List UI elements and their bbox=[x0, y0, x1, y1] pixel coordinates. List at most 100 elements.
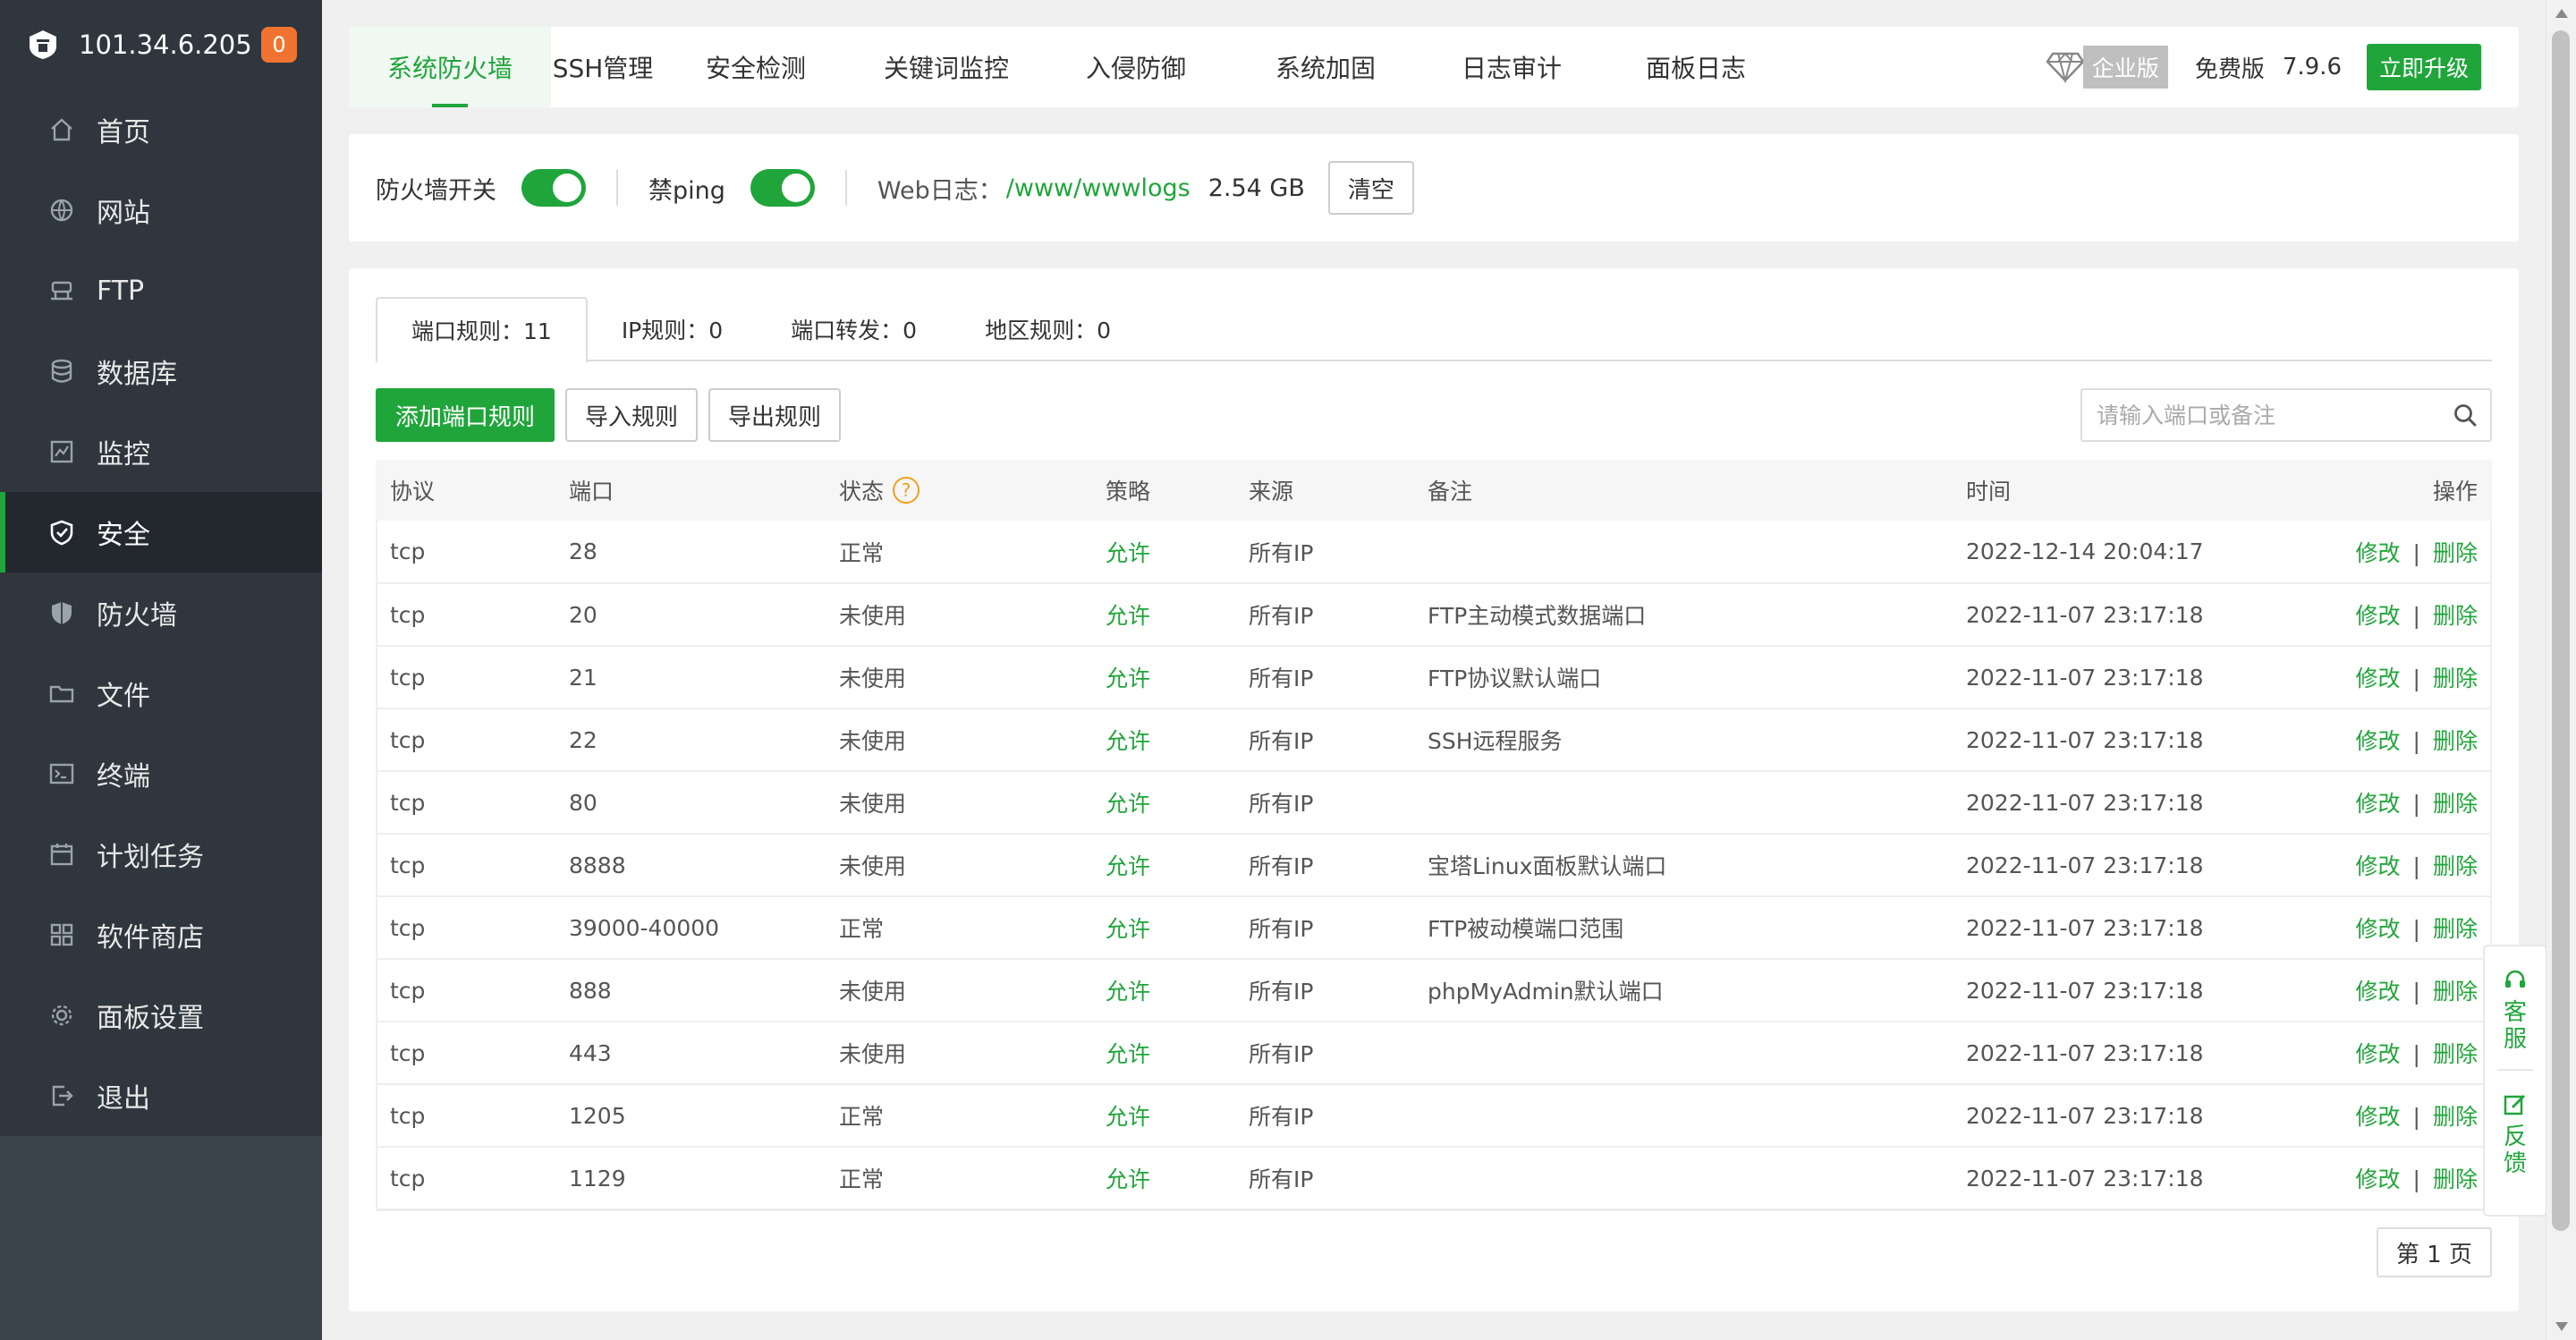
vertical-scrollbar[interactable] bbox=[2546, 0, 2576, 1340]
ping-switch[interactable] bbox=[750, 169, 815, 207]
sidebar-item-2[interactable]: FTP bbox=[0, 250, 322, 331]
delete-link[interactable]: 删除 bbox=[2433, 603, 2478, 629]
import-rules-button[interactable]: 导入规则 bbox=[565, 388, 699, 442]
cell-time: 2022-11-07 23:17:18 bbox=[1966, 852, 2204, 878]
sidebar-item-1[interactable]: 网站 bbox=[0, 170, 322, 250]
sidebar-item-label: 终端 bbox=[97, 761, 150, 793]
edit-link[interactable]: 修改 bbox=[2356, 540, 2401, 566]
firewall-switch[interactable] bbox=[521, 169, 586, 207]
sidebar-item-3[interactable]: 数据库 bbox=[0, 331, 322, 411]
sidebar-item-9[interactable]: 计划任务 bbox=[0, 814, 322, 895]
sidebar-item-6[interactable]: 防火墙 bbox=[0, 572, 322, 653]
delete-link[interactable]: 删除 bbox=[2433, 1166, 2478, 1192]
edit-link[interactable]: 修改 bbox=[2356, 603, 2401, 629]
cell-time: 2022-11-07 23:17:18 bbox=[1966, 601, 2204, 628]
sidebar-item-7[interactable]: 文件 bbox=[0, 653, 322, 734]
cell-protocol: tcp bbox=[390, 852, 426, 878]
add-port-rule-button[interactable]: 添加端口规则 bbox=[376, 388, 555, 442]
col-source[interactable]: 来源 bbox=[1234, 460, 1413, 521]
apps-icon bbox=[47, 920, 77, 950]
sidebar-item-11[interactable]: 面板设置 bbox=[0, 975, 322, 1056]
cell-status: 未使用 bbox=[839, 603, 907, 629]
customer-service-button[interactable]: 客服 bbox=[2503, 946, 2528, 1053]
cell-source: 所有IP bbox=[1249, 853, 1314, 879]
tab-region-rules[interactable]: 地区规则：0 bbox=[951, 297, 1145, 361]
help-icon[interactable]: ? bbox=[893, 477, 920, 504]
delete-link[interactable]: 删除 bbox=[2433, 540, 2478, 566]
delete-link[interactable]: 删除 bbox=[2433, 853, 2478, 879]
weblog-path-link[interactable]: /www/wwwlogs bbox=[1006, 174, 1191, 202]
col-policy[interactable]: 策略 bbox=[1091, 460, 1234, 521]
col-protocol[interactable]: 协议 bbox=[376, 460, 555, 521]
search-input[interactable] bbox=[2082, 390, 2440, 440]
delete-link[interactable]: 删除 bbox=[2433, 791, 2478, 817]
action-separator: | bbox=[2412, 853, 2420, 879]
tab-system-firewall[interactable]: 系统防火墙 bbox=[349, 27, 551, 107]
search-icon[interactable] bbox=[2440, 390, 2490, 440]
scroll-up-icon[interactable] bbox=[2555, 9, 2568, 18]
delete-link[interactable]: 删除 bbox=[2433, 1104, 2478, 1130]
tab-port-forward[interactable]: 端口转发：0 bbox=[757, 297, 951, 361]
sidebar-item-4[interactable]: 监控 bbox=[0, 411, 322, 492]
scroll-thumb[interactable] bbox=[2552, 30, 2570, 1231]
col-note[interactable]: 备注 bbox=[1413, 460, 1952, 521]
tab-ssh[interactable]: SSH管理 bbox=[551, 27, 655, 107]
cell-time: 2022-12-14 20:04:17 bbox=[1966, 539, 2204, 564]
clear-log-button[interactable]: 清空 bbox=[1327, 161, 1414, 215]
cell-policy: 允许 bbox=[1106, 979, 1151, 1005]
notification-badge[interactable]: 0 bbox=[261, 27, 297, 63]
edit-link[interactable]: 修改 bbox=[2356, 791, 2401, 817]
cell-note bbox=[1413, 771, 1952, 834]
sidebar-item-12[interactable]: 退出 bbox=[0, 1056, 322, 1136]
sidebar-item-10[interactable]: 软件商店 bbox=[0, 895, 322, 975]
table-row: tcp 8888 未使用 允许 所有IP 宝塔Linux面板默认端口 2022-11-07 … bbox=[376, 834, 2492, 896]
scroll-down-icon[interactable] bbox=[2555, 1322, 2568, 1331]
cell-status: 未使用 bbox=[839, 791, 907, 817]
edit-link[interactable]: 修改 bbox=[2356, 666, 2401, 691]
sidebar-item-5[interactable]: 安全 bbox=[0, 492, 322, 572]
cell-actions: 修改 | 删除 bbox=[2274, 1084, 2492, 1147]
delete-link[interactable]: 删除 bbox=[2433, 1041, 2478, 1067]
cell-policy: 允许 bbox=[1106, 916, 1151, 942]
cell-protocol: tcp bbox=[390, 601, 426, 628]
tab-ip-rules[interactable]: IP规则：0 bbox=[588, 297, 757, 361]
edit-link[interactable]: 修改 bbox=[2356, 728, 2401, 754]
edit-link[interactable]: 修改 bbox=[2356, 1166, 2401, 1192]
sidebar-item-0[interactable]: 首页 bbox=[0, 89, 322, 170]
sidebar-menu: 首页 网站 FTP 数据库 监控 安全 防火墙 文件终端计划任务 软件商店 面板设置退出 bbox=[0, 89, 322, 1136]
firewall-icon bbox=[47, 598, 77, 628]
gear-icon bbox=[47, 1000, 77, 1030]
tab-security-check[interactable]: 安全检测 bbox=[655, 27, 857, 107]
free-edition-label: 免费版 bbox=[2194, 55, 2265, 83]
table-row: tcp 888 未使用 允许 所有IP phpMyAdmin默认端口 2022-11-07 … bbox=[376, 959, 2492, 1022]
sidebar-item-label: 退出 bbox=[97, 1083, 150, 1115]
cell-time: 2022-11-07 23:17:18 bbox=[1966, 914, 2204, 941]
delete-link[interactable]: 删除 bbox=[2433, 979, 2478, 1005]
col-port[interactable]: 端口 bbox=[555, 460, 825, 521]
delete-link[interactable]: 删除 bbox=[2433, 916, 2478, 942]
terminal-icon bbox=[47, 759, 77, 789]
upgrade-button[interactable]: 立即升级 bbox=[2366, 44, 2481, 90]
edit-link[interactable]: 修改 bbox=[2356, 1104, 2401, 1130]
feedback-button[interactable]: 反馈 bbox=[2503, 1071, 2528, 1177]
delete-link[interactable]: 删除 bbox=[2433, 666, 2478, 691]
enterprise-badge[interactable]: 企业版 bbox=[2046, 46, 2168, 89]
col-actions: 操作 bbox=[2432, 479, 2478, 505]
action-separator: | bbox=[2412, 916, 2420, 942]
cell-note: FTP被动模端口范围 bbox=[1428, 916, 1624, 942]
cell-policy: 允许 bbox=[1106, 1041, 1151, 1067]
edit-link[interactable]: 修改 bbox=[2356, 979, 2401, 1005]
folder-icon bbox=[47, 678, 77, 708]
edit-link[interactable]: 修改 bbox=[2356, 916, 2401, 942]
export-rules-button[interactable]: 导出规则 bbox=[708, 388, 842, 442]
tab-port-rules[interactable]: 端口规则：11 bbox=[376, 297, 588, 363]
cell-time: 2022-11-07 23:17:18 bbox=[1966, 789, 2204, 816]
edit-link[interactable]: 修改 bbox=[2356, 1041, 2401, 1067]
cell-status: 未使用 bbox=[839, 853, 907, 879]
delete-link[interactable]: 删除 bbox=[2433, 728, 2478, 754]
edit-link[interactable]: 修改 bbox=[2356, 853, 2401, 879]
table-row: tcp 28 正常 允许 所有IP 2022-12-14 20:04:17 修改 | 删除 bbox=[376, 521, 2492, 583]
sidebar-item-8[interactable]: 终端 bbox=[0, 734, 322, 814]
col-time[interactable]: 时间 bbox=[1952, 460, 2274, 521]
pagination[interactable]: 第 1 页 bbox=[2376, 1227, 2492, 1277]
